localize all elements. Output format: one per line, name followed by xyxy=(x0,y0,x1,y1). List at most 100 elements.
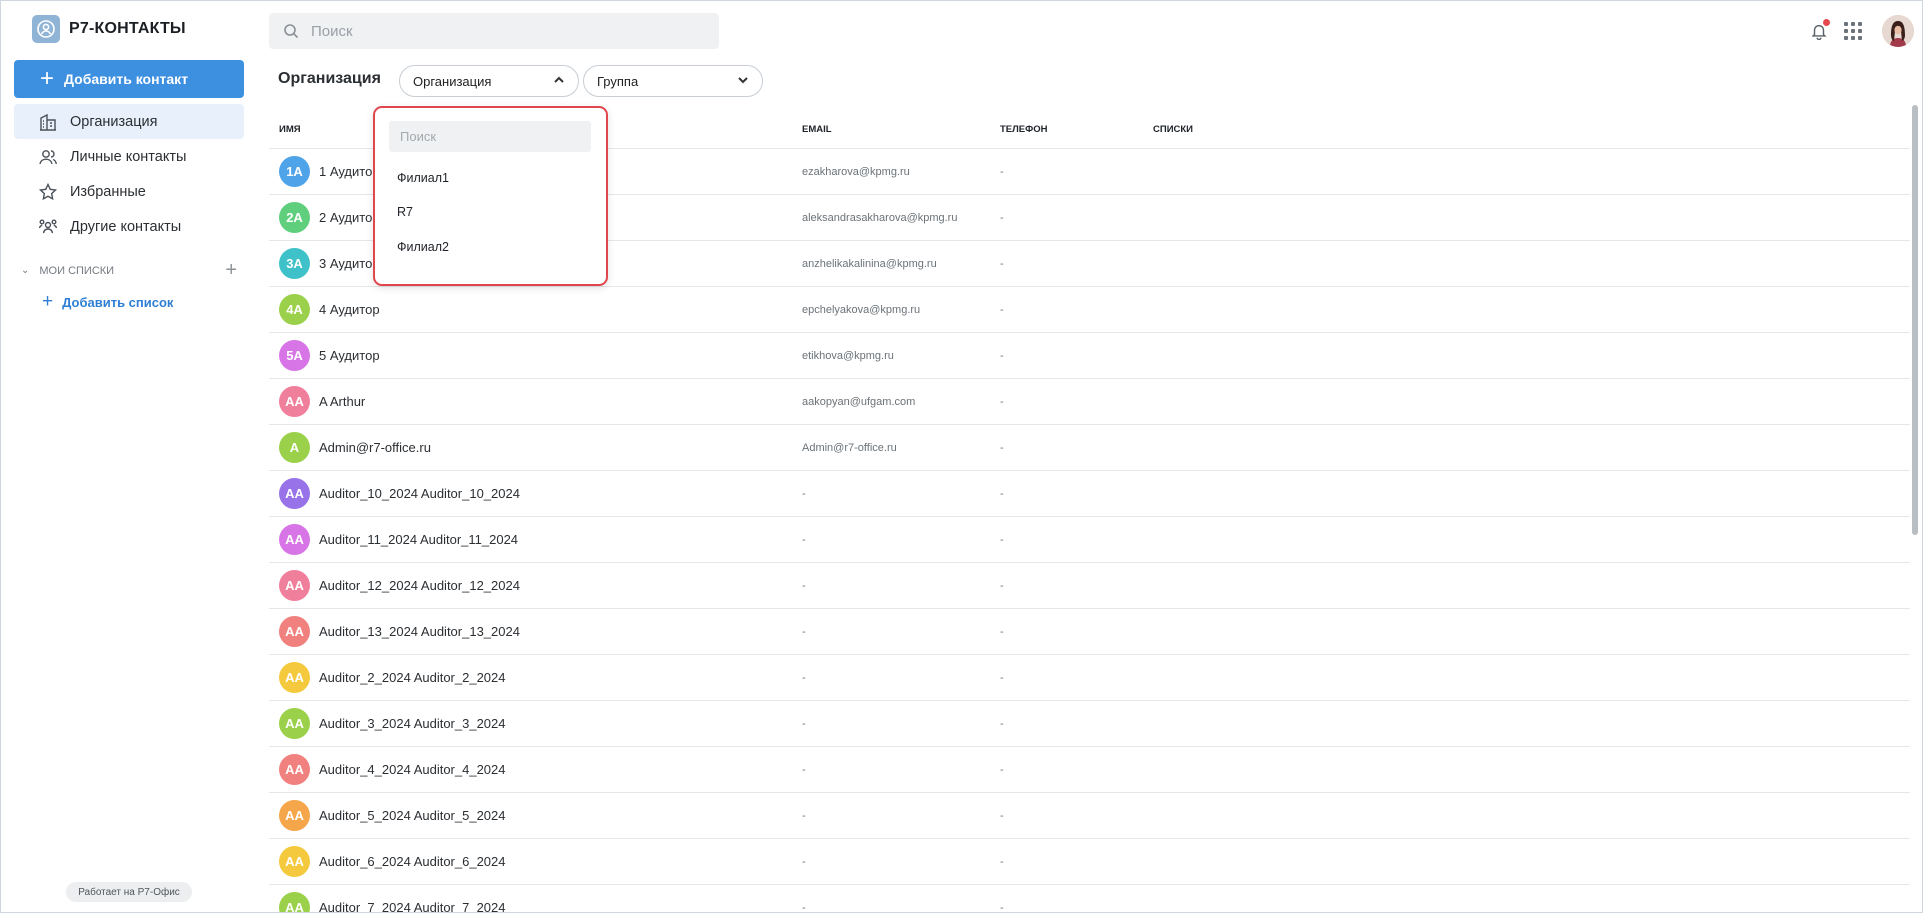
contact-phone: - xyxy=(1000,395,1004,408)
table-row[interactable]: 5А 5 Аудитор etikhova@kpmg.ru - xyxy=(269,333,1910,379)
sidebar-item-other[interactable]: Другие контакты xyxy=(14,209,244,244)
column-header-lists[interactable]: СПИСКИ xyxy=(1153,124,1910,135)
contact-name[interactable]: 2 Аудитор xyxy=(319,210,380,225)
table-row[interactable]: AA Auditor_13_2024 Auditor_13_2024 - - xyxy=(269,609,1910,655)
add-contact-button[interactable]: + Добавить контакт xyxy=(14,60,244,98)
sidebar-item-label: Другие контакты xyxy=(70,218,182,235)
user-photo-icon xyxy=(1882,15,1914,47)
user-avatar[interactable] xyxy=(1882,15,1914,47)
contact-name[interactable]: 5 Аудитор xyxy=(319,348,380,363)
search-input[interactable] xyxy=(311,22,691,40)
table-row[interactable]: AA Auditor_5_2024 Auditor_5_2024 - - xyxy=(269,793,1910,839)
contact-avatar: AA xyxy=(279,846,310,877)
contact-avatar: AA xyxy=(279,800,310,831)
contact-email: etikhova@kpmg.ru xyxy=(802,349,894,362)
add-list-plus-icon[interactable]: + xyxy=(225,259,237,282)
contact-name[interactable]: Auditor_11_2024 Auditor_11_2024 xyxy=(319,532,518,547)
scrollbar-thumb[interactable] xyxy=(1912,105,1918,535)
contact-avatar: 3А xyxy=(279,248,310,279)
table-row[interactable]: 4А 4 Аудитор epchelyakova@kpmg.ru - xyxy=(269,287,1910,333)
contact-name[interactable]: Auditor_7_2024 Auditor_7_2024 xyxy=(319,900,506,912)
contact-name[interactable]: Auditor_6_2024 Auditor_6_2024 xyxy=(319,854,506,869)
contact-name[interactable]: Auditor_4_2024 Auditor_4_2024 xyxy=(319,762,506,777)
contact-name-cell: 4А 4 Аудитор xyxy=(269,294,802,325)
contact-name-cell: 5А 5 Аудитор xyxy=(269,340,802,371)
notifications-button[interactable] xyxy=(1807,16,1831,46)
contact-name[interactable]: 4 Аудитор xyxy=(319,302,380,317)
contact-name-cell: AA Auditor_11_2024 Auditor_11_2024 xyxy=(269,524,802,555)
global-search[interactable] xyxy=(269,13,719,49)
contact-name[interactable]: Auditor_10_2024 Auditor_10_2024 xyxy=(319,486,520,501)
contact-avatar: 2А xyxy=(279,202,310,233)
search-icon xyxy=(284,24,299,39)
add-contact-label: Добавить контакт xyxy=(64,71,189,87)
group-filter-label: Группа xyxy=(597,73,639,89)
table-row[interactable]: A Admin@r7-office.ru Admin@r7-office.ru - xyxy=(269,425,1910,471)
contact-avatar: AA xyxy=(279,616,310,647)
contact-phone: - xyxy=(1000,579,1004,592)
table-row[interactable]: AA Auditor_4_2024 Auditor_4_2024 - - xyxy=(269,747,1910,793)
contact-phone: - xyxy=(1000,671,1004,684)
powered-by-badge[interactable]: Работает на Р7-Офис xyxy=(66,882,192,902)
contact-name[interactable]: Auditor_3_2024 Auditor_3_2024 xyxy=(319,716,506,731)
sidebar-item-personal[interactable]: Личные контакты xyxy=(14,139,244,174)
add-list-button[interactable]: + Добавить список xyxy=(42,291,173,313)
contact-phone: - xyxy=(1000,441,1004,454)
contact-avatar: AA xyxy=(279,478,310,509)
dropdown-option[interactable]: Филиал1 xyxy=(397,171,449,185)
contact-name[interactable]: 3 Аудитор xyxy=(319,256,380,271)
table-row[interactable]: AA Auditor_12_2024 Auditor_12_2024 - - xyxy=(269,563,1910,609)
contact-name[interactable]: Auditor_2_2024 Auditor_2_2024 xyxy=(319,670,506,685)
table-row[interactable]: AA Auditor_7_2024 Auditor_7_2024 - - xyxy=(269,885,1910,912)
table-row[interactable]: AA A Arthur aakopyan@ufgam.com - xyxy=(269,379,1910,425)
scrollbar[interactable] xyxy=(1912,105,1920,535)
building-icon xyxy=(40,113,56,131)
apps-grid-icon[interactable] xyxy=(1844,22,1862,40)
contact-name[interactable]: Auditor_13_2024 Auditor_13_2024 xyxy=(319,624,520,639)
dropdown-search-input[interactable] xyxy=(389,121,591,152)
sidebar: Р7-КОНТАКТЫ + Добавить контакт Организац… xyxy=(1,1,257,912)
organization-filter[interactable]: Организация xyxy=(399,65,579,97)
contact-name[interactable]: Auditor_5_2024 Auditor_5_2024 xyxy=(319,808,506,823)
contact-name[interactable]: 1 Аудитор xyxy=(319,164,380,179)
app-logo[interactable]: Р7-КОНТАКТЫ xyxy=(32,15,186,43)
table-row[interactable]: AA Auditor_6_2024 Auditor_6_2024 - - xyxy=(269,839,1910,885)
contact-phone: - xyxy=(1000,855,1004,868)
sidebar-item-organization[interactable]: Организация xyxy=(14,104,244,139)
dropdown-option[interactable]: R7 xyxy=(397,205,413,219)
contact-phone: - xyxy=(1000,533,1004,546)
contact-email: - xyxy=(802,717,806,730)
contact-avatar: 4А xyxy=(279,294,310,325)
sidebar-item-favorites[interactable]: Избранные xyxy=(14,174,244,209)
contact-name[interactable]: Auditor_12_2024 Auditor_12_2024 xyxy=(319,578,520,593)
group-icon xyxy=(38,219,58,233)
contact-email: ezakharova@kpmg.ru xyxy=(802,165,910,178)
table-row[interactable]: AA Auditor_11_2024 Auditor_11_2024 - - xyxy=(269,517,1910,563)
contact-avatar: 1А xyxy=(279,156,310,187)
contact-phone: - xyxy=(1000,763,1004,776)
organization-filter-label: Организация xyxy=(413,73,492,89)
my-lists-header[interactable]: ⌄ мои списки + xyxy=(21,259,237,282)
contact-phone: - xyxy=(1000,257,1004,270)
app-window: Р7-КОНТАКТЫ + Добавить контакт Организац… xyxy=(0,0,1923,913)
chevron-down-icon[interactable]: ⌄ xyxy=(21,265,29,276)
dropdown-option[interactable]: Филиал2 xyxy=(397,240,449,254)
table-row[interactable]: AA Auditor_3_2024 Auditor_3_2024 - - xyxy=(269,701,1910,747)
organization-dropdown: Филиал1 R7 Филиал2 xyxy=(373,106,608,286)
contact-name-cell: A Admin@r7-office.ru xyxy=(269,432,802,463)
table-row[interactable]: AA Auditor_10_2024 Auditor_10_2024 - - xyxy=(269,471,1910,517)
app-title: Р7-КОНТАКТЫ xyxy=(69,20,186,37)
group-filter[interactable]: Группа xyxy=(583,65,763,97)
contact-avatar: AA xyxy=(279,524,310,555)
contact-email: epchelyakova@kpmg.ru xyxy=(802,303,921,316)
contact-name[interactable]: A Arthur xyxy=(319,394,365,409)
contact-name[interactable]: Admin@r7-office.ru xyxy=(319,440,431,455)
contact-email: - xyxy=(802,855,806,868)
page-title: Организация xyxy=(278,70,381,87)
sidebar-item-label: Организация xyxy=(70,113,158,130)
contact-email: - xyxy=(802,533,806,546)
column-header-email[interactable]: EMAIL xyxy=(802,124,1000,135)
column-header-phone[interactable]: ТЕЛЕФОН xyxy=(1000,124,1153,135)
table-row[interactable]: AA Auditor_2_2024 Auditor_2_2024 - - xyxy=(269,655,1910,701)
contact-email: Admin@r7-office.ru xyxy=(802,441,897,454)
